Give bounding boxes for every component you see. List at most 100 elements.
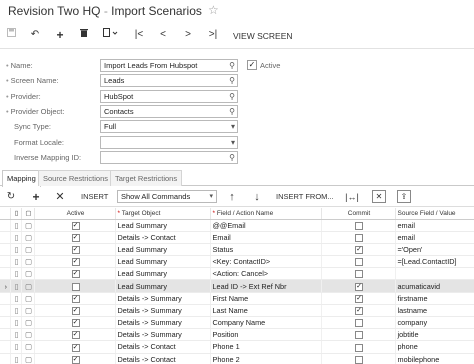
commit-cell[interactable] [321,316,396,330]
commit-cell[interactable]: ✓ [321,292,396,305]
search-icon[interactable]: ⚲ [229,152,235,163]
note-icon[interactable]: ▢ [21,328,35,342]
commit-cell[interactable]: ✓ [321,279,396,293]
attachment-icon[interactable]: ▯ [10,328,22,342]
commit-checkbox[interactable] [355,258,363,267]
last-record-icon[interactable]: >| [206,28,220,42]
source-field-cell[interactable]: jobtitle [395,328,474,342]
active-cell[interactable]: ✓ [34,340,116,354]
active-checkbox[interactable]: ✓ [71,233,80,242]
commit-cell[interactable]: ✓ [321,243,396,257]
commit-cell[interactable] [321,353,396,364]
row-marker[interactable] [0,316,11,330]
commit-cell[interactable] [321,340,396,354]
note-icon[interactable]: ▢ [21,255,35,269]
active-cell[interactable]: ✓ [34,316,116,330]
attachment-icon[interactable]: ▯ [10,340,22,354]
commit-checkbox[interactable] [355,221,363,230]
table-row[interactable]: ▯ ▢ ✓ Details -> Contact Phone 2 mobilephone [0,353,474,364]
active-checkbox[interactable]: ✓ [71,294,80,303]
row-marker[interactable] [0,340,11,354]
provider-object-field[interactable]: Contacts ⚲ [100,105,238,118]
tab-source-restrictions[interactable]: Source Restrictions [38,170,114,186]
commit-checkbox[interactable] [355,233,363,242]
target-object-cell[interactable]: Details -> Contact [115,353,211,364]
row-marker[interactable] [0,243,11,257]
attachment-icon[interactable]: ▯ [10,243,22,257]
table-row[interactable]: ▯ ▢ ✓ Details -> Summary First Name ✓ firstnam… [0,292,474,305]
row-marker[interactable] [0,231,11,244]
upload-icon[interactable]: ⇪ [397,190,411,203]
active-cell[interactable]: ✓ [34,267,116,281]
search-icon[interactable]: ⚲ [229,75,235,86]
row-marker[interactable] [0,328,11,342]
target-object-cell[interactable]: Details -> Contact [115,231,211,244]
table-row[interactable]: ▯ ▢ ✓ Lead Summary <Key: ContactID> =[Lead.Co… [0,255,474,269]
add-icon[interactable]: + [53,28,67,42]
source-field-cell[interactable]: lastname [395,304,474,318]
move-up-icon[interactable]: ↑ [225,190,239,204]
commit-cell[interactable] [321,219,396,232]
table-row[interactable]: ▯ ▢ ✓ Details -> Summary Position jobtitle [0,328,474,342]
row-marker[interactable] [0,353,11,364]
col-target-object[interactable]: * Target Object [115,208,211,220]
active-checkbox[interactable]: ✓ [247,60,257,70]
active-cell[interactable]: ✓ [34,328,116,342]
col-active[interactable]: Active [34,208,116,220]
note-icon[interactable]: ▢ [21,267,35,281]
row-marker[interactable] [0,219,11,232]
field-action-cell[interactable]: Status [210,243,322,257]
target-object-cell[interactable]: Lead Summary [115,243,211,257]
copy-paste-icon[interactable] [101,28,121,42]
command-filter-select[interactable]: Show All Commands ▾ [117,190,217,203]
delete-row-icon[interactable]: ✕ [53,190,67,204]
attachment-icon[interactable]: ▯ [10,231,22,244]
inverse-mapping-field[interactable]: ⚲ [100,151,238,164]
attachment-icon[interactable]: ▯ [10,267,22,281]
active-cell[interactable]: ✓ [34,255,116,269]
commit-checkbox[interactable] [355,355,363,364]
sync-type-select[interactable]: Full ▾ [100,120,238,133]
provider-field[interactable]: HubSpot ⚲ [100,90,238,103]
source-field-cell[interactable]: company [395,316,474,330]
field-action-cell[interactable]: Phone 2 [210,353,322,364]
insert-from-button[interactable]: INSERT FROM... [276,192,334,201]
active-checkbox[interactable]: ✓ [71,306,80,315]
note-icon[interactable]: ▢ [21,231,35,244]
commit-checkbox[interactable] [355,343,363,352]
screen-name-field[interactable]: Leads ⚲ [100,74,238,87]
table-row[interactable]: ▯ ▢ ✓ Details -> Contact Email email [0,231,474,244]
target-object-cell[interactable]: Details -> Contact [115,340,211,354]
note-icon[interactable]: ▢ [21,219,35,232]
table-row[interactable]: ▯ ▢ ✓ Lead Summary @@Email email [0,219,474,232]
chevron-down-icon[interactable]: ▾ [231,121,235,132]
commit-checkbox[interactable]: ✓ [355,282,363,291]
target-object-cell[interactable]: Details -> Summary [115,328,211,342]
export-excel-icon[interactable]: ✕ [372,190,386,203]
move-down-icon[interactable]: ↓ [250,190,264,204]
source-field-cell[interactable]: email [395,231,474,244]
note-icon[interactable]: ▢ [21,340,35,354]
refresh-icon[interactable]: ↻ [4,190,18,204]
target-object-cell[interactable]: Lead Summary [115,267,211,281]
delete-icon[interactable] [77,28,91,42]
source-field-cell[interactable]: acumaticavid [395,279,474,293]
tab-mapping[interactable]: Mapping [2,170,41,187]
commit-cell[interactable]: ✓ [321,304,396,318]
row-marker[interactable]: › [0,279,11,293]
active-cell[interactable]: ✓ [34,304,116,318]
active-checkbox[interactable]: ✓ [71,319,80,328]
target-object-cell[interactable]: Details -> Summary [115,304,211,318]
active-checkbox[interactable]: ✓ [71,221,80,230]
note-icon[interactable]: ▢ [21,243,35,257]
attachment-icon[interactable]: ▯ [10,255,22,269]
table-row[interactable]: ▯ ▢ ✓ Lead Summary Status ✓ ='Open' [0,243,474,257]
note-icon[interactable]: ▢ [21,353,35,364]
format-locale-select[interactable]: ▾ [100,136,238,149]
field-action-cell[interactable]: Company Name [210,316,322,330]
table-row[interactable]: ▯ ▢ ✓ Details -> Summary Last Name ✓ lastname [0,304,474,318]
add-row-icon[interactable]: + [29,190,43,204]
active-checkbox[interactable]: ✓ [71,355,80,364]
target-object-cell[interactable]: Lead Summary [115,279,211,293]
field-action-cell[interactable]: @@Email [210,219,322,232]
